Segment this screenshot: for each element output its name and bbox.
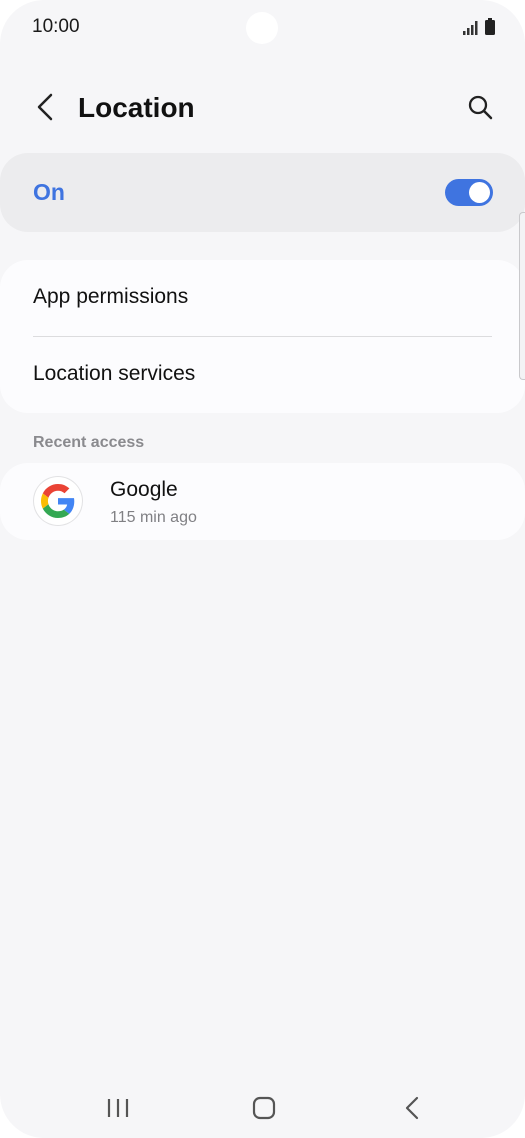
menu-item-app-permissions[interactable]: App permissions	[0, 260, 525, 336]
search-button[interactable]	[463, 92, 497, 126]
navigation-bar	[0, 1078, 525, 1138]
signal-icon	[463, 21, 479, 40]
location-master-toggle[interactable]: On	[0, 153, 525, 232]
home-button[interactable]	[244, 1090, 284, 1130]
access-time: 115 min ago	[110, 509, 197, 526]
menu-item-label: Location services	[33, 362, 196, 385]
status-icons	[463, 18, 495, 40]
home-icon	[252, 1096, 276, 1125]
app-name: Google	[110, 478, 178, 501]
recent-access-item-google[interactable]: Google 115 min ago	[0, 463, 525, 540]
master-toggle-label: On	[33, 179, 65, 205]
recents-icon	[106, 1097, 130, 1124]
phone-screen: 10:00 Location On App permissions Locati…	[0, 0, 525, 1138]
nav-back-button[interactable]	[392, 1090, 432, 1130]
location-switch[interactable]	[445, 179, 493, 206]
back-button[interactable]	[28, 92, 62, 126]
status-time: 10:00	[32, 16, 80, 37]
page-title: Location	[78, 92, 195, 123]
camera-cutout	[246, 12, 278, 44]
app-bar: Location	[0, 78, 525, 142]
recent-access-header: Recent access	[33, 434, 145, 451]
recents-button[interactable]	[98, 1090, 138, 1130]
chevron-left-icon	[36, 93, 54, 126]
settings-menu-card: App permissions Location services	[0, 260, 525, 413]
scroll-indicator[interactable]	[519, 212, 525, 380]
menu-item-location-services[interactable]: Location services	[0, 337, 525, 413]
switch-knob	[469, 182, 490, 203]
battery-icon	[485, 18, 495, 40]
search-icon	[467, 94, 493, 125]
status-bar: 10:00	[0, 0, 525, 56]
google-g-icon	[34, 477, 82, 525]
back-icon	[404, 1096, 420, 1125]
menu-item-label: App permissions	[33, 285, 189, 308]
